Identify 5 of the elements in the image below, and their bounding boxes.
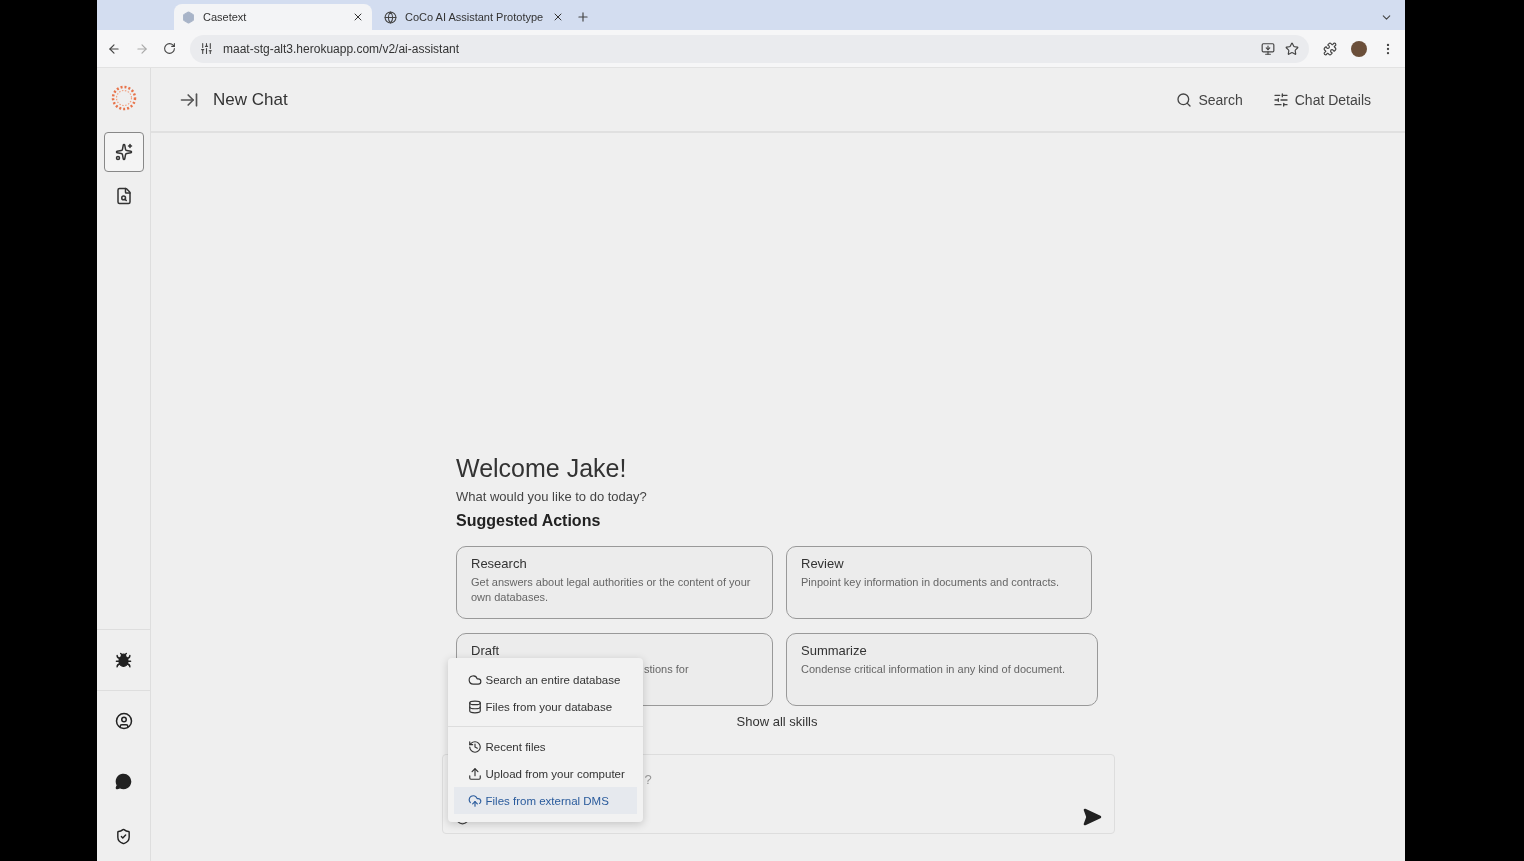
chat-title: New Chat bbox=[213, 89, 289, 110]
welcome-subtitle: What would you like to do today? bbox=[456, 489, 648, 504]
welcome-title: Welcome Jake! bbox=[456, 454, 628, 483]
url-text: maat-stg-alt3.herokuapp.com/v2/ai-assistant bbox=[223, 41, 461, 56]
section-heading: Suggested Actions bbox=[456, 512, 602, 530]
